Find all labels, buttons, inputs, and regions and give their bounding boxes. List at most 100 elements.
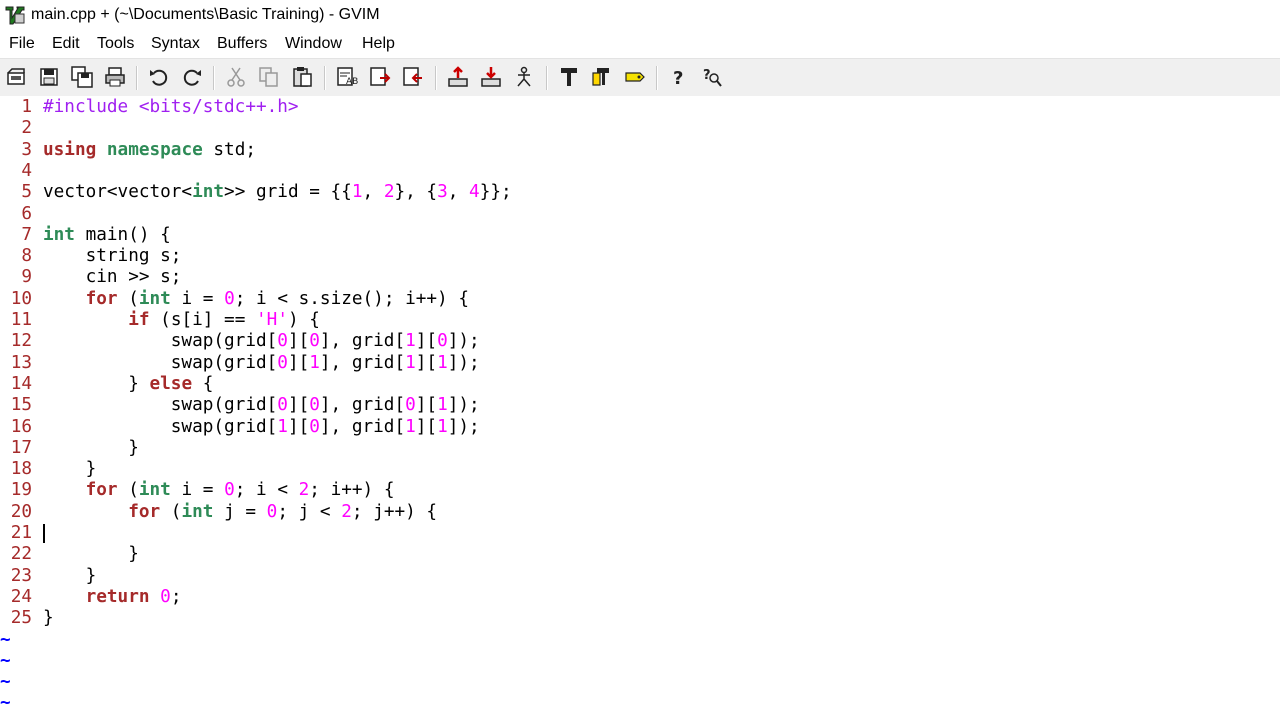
code-token: j =: [213, 501, 267, 522]
code-token: ], grid[: [319, 352, 406, 373]
code-token: (: [117, 288, 139, 309]
cut-button[interactable]: [222, 63, 250, 91]
redo-button[interactable]: [178, 63, 206, 91]
load-session-button[interactable]: [444, 63, 472, 91]
line-number: 18: [10, 459, 32, 480]
undo-button[interactable]: [145, 63, 173, 91]
code-line: 17 }: [0, 438, 139, 459]
line-number: 12: [10, 331, 32, 352]
code-token: int: [192, 182, 225, 203]
redo-icon: [183, 69, 201, 86]
find-replace-button[interactable]: AB: [333, 63, 361, 91]
toolbar-separator: [435, 66, 437, 90]
menu-bar: File Edit Tools Syntax Buffers Window Help: [0, 32, 1280, 56]
code-token: main() {: [74, 224, 171, 245]
code-token: int: [43, 224, 75, 245]
code-token: ][: [287, 416, 310, 437]
run-ctags-icon: [592, 68, 609, 86]
code-token: ,: [362, 182, 384, 203]
save-session-button[interactable]: [477, 63, 505, 91]
menu-syntax[interactable]: Syntax: [151, 35, 200, 53]
code-token: }: [43, 608, 54, 629]
code-token: swap(grid[: [43, 352, 278, 373]
code-text: }: [43, 438, 139, 459]
save-button[interactable]: [35, 63, 63, 91]
code-token: ]);: [447, 331, 480, 352]
toolbar-separator: [324, 66, 326, 90]
code-token: 0: [277, 395, 288, 416]
make-button[interactable]: [555, 63, 583, 91]
gvim-app-icon[interactable]: [4, 4, 26, 26]
code-line: 24 return 0;: [0, 587, 182, 608]
help-button[interactable]: ?: [665, 63, 693, 91]
open-file-button[interactable]: [2, 63, 30, 91]
empty-buffer-tilde: ~: [0, 629, 11, 650]
make-icon: [561, 68, 577, 86]
code-text: vector<vector<int>> grid = {{1, 2}, {3, …: [43, 182, 512, 203]
code-line: 6: [0, 204, 32, 225]
toolbar-separator: [213, 66, 215, 90]
menu-window[interactable]: Window: [285, 35, 342, 53]
code-token: ; j++) {: [351, 501, 438, 522]
run-script-button[interactable]: [510, 63, 538, 91]
copy-button[interactable]: [255, 63, 283, 91]
menu-edit[interactable]: Edit: [52, 35, 80, 53]
code-token: for: [85, 288, 118, 309]
code-token: 2: [341, 501, 352, 522]
line-number: 5: [21, 182, 32, 203]
line-number: 23: [10, 565, 32, 586]
menu-help[interactable]: Help: [362, 35, 395, 53]
find-next-button[interactable]: [366, 63, 394, 91]
find-help-button[interactable]: ?: [698, 63, 726, 91]
line-number: 15: [10, 395, 32, 416]
line-number: 3: [21, 139, 32, 160]
line-number: 16: [10, 416, 32, 437]
code-token: return: [85, 586, 150, 607]
code-token: >> grid = {{: [224, 182, 352, 203]
code-text: } else {: [43, 374, 213, 395]
code-token: ], grid[: [319, 331, 406, 352]
line-number: 6: [21, 203, 32, 224]
save-session-icon: [481, 67, 501, 87]
menu-buffers[interactable]: Buffers: [217, 35, 267, 53]
menu-tools[interactable]: Tools: [97, 35, 134, 53]
code-token: 1: [351, 182, 363, 203]
code-token: int: [181, 501, 214, 522]
code-token: ; j <: [277, 501, 342, 522]
code-token: 1: [405, 416, 416, 437]
code-token: string s;: [43, 246, 182, 267]
code-line: 10 for (int i = 0; i < s.size(); i++) {: [0, 288, 469, 310]
code-token: ], grid[: [319, 416, 406, 437]
print-button[interactable]: [101, 63, 129, 91]
find-replace-icon: AB: [337, 67, 358, 87]
code-line: 9 cin >> s;: [0, 267, 181, 288]
code-token: 0: [309, 331, 320, 352]
menu-file[interactable]: File: [9, 35, 35, 53]
line-number: 10: [10, 288, 32, 309]
code-text: swap(grid[0][1], grid[1][1]);: [43, 353, 480, 374]
code-line: 25}: [0, 608, 54, 629]
code-token: 0: [277, 352, 288, 373]
jump-to-tag-button[interactable]: [621, 63, 649, 91]
code-token: 0: [405, 395, 416, 416]
code-token: cin >> s;: [43, 267, 182, 288]
code-token: 'H': [256, 310, 288, 330]
code-line: 21: [0, 523, 32, 544]
code-text: using namespace std;: [43, 140, 256, 161]
code-line: 19 for (int i = 0; i < 2; i++) {: [0, 480, 395, 501]
save-all-button[interactable]: [68, 63, 96, 91]
line-number: 1: [21, 97, 32, 117]
code-token: if: [128, 310, 150, 330]
editor-area[interactable]: 1 #include <bits/stdc++.h> 2 3 using namespa…: [0, 96, 1280, 720]
find-previous-button[interactable]: [399, 63, 427, 91]
paste-button[interactable]: [288, 63, 316, 91]
code-line: 18 }: [0, 459, 97, 480]
run-ctags-button[interactable]: [588, 63, 616, 91]
undo-icon: [150, 69, 168, 86]
line-number: 7: [21, 224, 32, 245]
line-number: 11: [10, 310, 32, 330]
code-text: cin >> s;: [43, 267, 182, 288]
code-text: swap(grid[1][0], grid[1][1]);: [43, 417, 480, 438]
